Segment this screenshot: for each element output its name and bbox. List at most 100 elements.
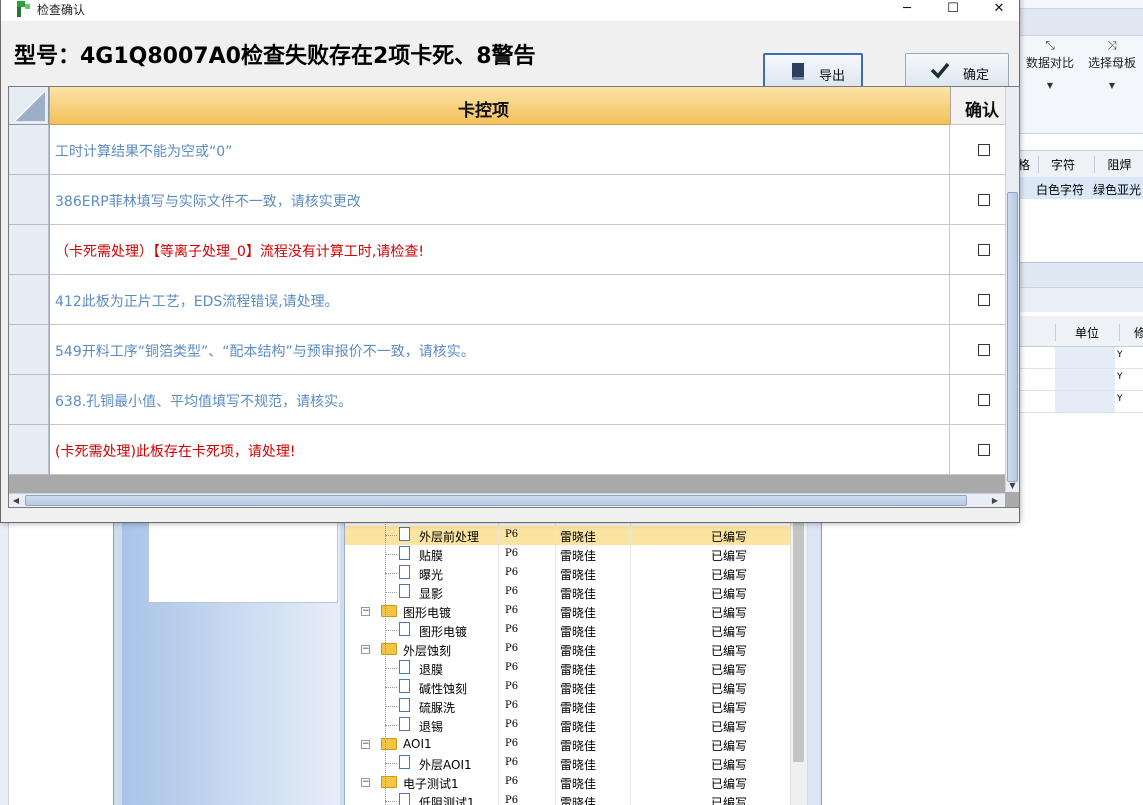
tree-connector xyxy=(385,522,386,805)
collapse-toggle-icon[interactable]: − xyxy=(361,778,370,787)
tree-node[interactable]: 贴膜 P6 雷晓佳 已编写 xyxy=(345,545,791,564)
tree-node-status: 已编写 xyxy=(711,625,748,639)
confirm-cell[interactable] xyxy=(950,325,1005,375)
tree-scrollbar-thumb[interactable] xyxy=(793,522,804,762)
row-header[interactable] xyxy=(9,325,49,375)
select-master-button[interactable]: ⤨ 选择母板 ▼ xyxy=(1082,38,1142,90)
check-item-cell[interactable]: 638.孔铜最小值、平均值填写不规范，请核实。 xyxy=(50,375,950,425)
confirm-cell[interactable] xyxy=(950,375,1005,425)
confirm-cell[interactable] xyxy=(950,225,1005,275)
close-button[interactable]: ✕ xyxy=(976,0,1022,21)
collapse-toggle-icon[interactable]: − xyxy=(361,645,370,654)
scroll-right-arrow-icon[interactable]: ▶ xyxy=(988,494,1002,507)
tree-node-code: P6 xyxy=(505,681,519,692)
row-header[interactable] xyxy=(9,375,49,425)
grid-row[interactable]: 412此板为正片工艺，EDS流程错误,请处理。 xyxy=(9,275,1005,325)
confirm-cell[interactable] xyxy=(950,425,1005,475)
tree-node-label: 退锡 xyxy=(419,720,444,734)
check-item-cell[interactable]: 工时计算结果不能为空或“0” xyxy=(50,125,950,175)
tree-node[interactable]: 图形电镀 P6 雷晓佳 已编写 xyxy=(345,621,791,640)
confirm-button[interactable]: 确定 xyxy=(905,53,1009,89)
grid-row[interactable]: （卡死需处理）【等离子处理_0】流程没有计算工时,请检查! xyxy=(9,225,1005,275)
compare-button[interactable]: ⤡ 数据对比 ▼ xyxy=(1020,38,1080,90)
check-item-cell[interactable]: 386ERP菲林填写与实际文件不一致，请核实更改 xyxy=(50,175,950,225)
tree-node[interactable]: 退锡 P6 雷晓佳 已编写 xyxy=(345,716,791,735)
tree-column-divider xyxy=(555,522,556,805)
tree-node-person: 雷晓佳 xyxy=(560,530,597,544)
tree-node-code: P6 xyxy=(505,529,519,540)
confirm-checkbox[interactable] xyxy=(978,144,990,156)
title-bar[interactable]: 检查确认 ─ ☐ ✕ xyxy=(1,0,1019,21)
confirm-checkbox[interactable] xyxy=(978,394,990,406)
confirm-cell[interactable] xyxy=(950,125,1005,175)
tree-node-code: P6 xyxy=(505,624,519,635)
collapse-toggle-icon[interactable]: − xyxy=(361,740,370,749)
export-button[interactable]: 导出 xyxy=(763,53,863,89)
tree-node-status: 已编写 xyxy=(711,568,748,582)
horizontal-scrollbar[interactable]: ◀ ▶ xyxy=(9,493,1005,507)
tree-node[interactable]: 外层AOI1 P6 雷晓佳 已编写 xyxy=(345,754,791,773)
grid1-row[interactable]: 白色字符 绿色亚光 xyxy=(1020,177,1143,199)
tree-node[interactable]: 显影 P6 雷晓佳 已编写 xyxy=(345,583,791,602)
compare-label: 数据对比 xyxy=(1025,56,1074,70)
grid-row[interactable]: 549开料工序“铜箔类型”、“配本结构”与预审报价不一致，请核实。 xyxy=(9,325,1005,375)
confirm-cell[interactable] xyxy=(950,275,1005,325)
minimize-button[interactable]: ─ xyxy=(884,0,930,21)
grid-row[interactable]: 工时计算结果不能为空或“0” xyxy=(9,125,1005,175)
grid-row[interactable]: 638.孔铜最小值、平均值填写不规范，请核实。 xyxy=(9,375,1005,425)
scroll-down-arrow-icon[interactable]: ▼ xyxy=(1006,480,1019,492)
grid-corner[interactable] xyxy=(9,87,49,125)
column-header-check-item[interactable]: 卡控项 xyxy=(50,87,950,125)
maximize-button[interactable]: ☐ xyxy=(930,0,976,21)
check-item-cell[interactable]: 412此板为正片工艺，EDS流程错误,请处理。 xyxy=(50,275,950,325)
tree-node[interactable]: 碱性蚀刻 P6 雷晓佳 已编写 xyxy=(345,678,791,697)
tree-node[interactable]: 外层前处理 P6 雷晓佳 已编写 xyxy=(345,526,791,545)
tree-node[interactable]: − 电子测试1 P6 雷晓佳 已编写 xyxy=(345,773,791,792)
confirm-checkbox[interactable] xyxy=(978,294,990,306)
confirm-checkbox[interactable] xyxy=(978,344,990,356)
chevron-down-icon: ▼ xyxy=(1108,81,1116,90)
row-header[interactable] xyxy=(9,125,49,175)
tree-node[interactable]: − 外层蚀刻 P6 雷晓佳 已编写 xyxy=(345,640,791,659)
row-header[interactable] xyxy=(9,425,49,475)
document-icon xyxy=(399,527,410,541)
check-item-cell[interactable]: 549开料工序“铜箔类型”、“配本结构”与预审报价不一致，请核实。 xyxy=(50,325,950,375)
check-item-cell[interactable]: （卡死需处理）【等离子处理_0】流程没有计算工时,请检查! xyxy=(50,225,950,275)
tree-column-divider xyxy=(630,522,631,805)
column-header-confirm[interactable]: 确认 xyxy=(950,87,1005,125)
tree-node-code: P6 xyxy=(505,567,519,578)
tree-scrollbar[interactable] xyxy=(790,522,807,805)
confirm-checkbox[interactable] xyxy=(978,244,990,256)
confirm-cell[interactable] xyxy=(950,175,1005,225)
grid2-row[interactable]: Y xyxy=(1020,369,1143,391)
vertical-scrollbar[interactable]: ▼ xyxy=(1005,87,1019,492)
collapse-toggle-icon[interactable]: − xyxy=(361,607,370,616)
check-item-cell[interactable]: (卡死需处理)此板存在卡死项，请处理! xyxy=(50,425,950,475)
tree-node[interactable]: 硫脲洗 P6 雷晓佳 已编写 xyxy=(345,697,791,716)
confirm-checkbox[interactable] xyxy=(978,444,990,456)
document-icon xyxy=(399,622,410,636)
tree-node[interactable]: 低阻测试1 P6 雷晓佳 已编写 xyxy=(345,792,791,805)
scroll-left-arrow-icon[interactable]: ◀ xyxy=(9,494,23,507)
row-header[interactable] xyxy=(9,225,49,275)
grid-row[interactable]: 386ERP菲林填写与实际文件不一致，请核实更改 xyxy=(9,175,1005,225)
row-header[interactable] xyxy=(9,275,49,325)
grid1-cell: 绿色亚光 xyxy=(1093,183,1142,197)
check-item-text: (卡死需处理)此板存在卡死项，请处理! xyxy=(55,444,296,460)
background-list-box xyxy=(148,522,338,603)
row-header[interactable] xyxy=(9,175,49,225)
check-item-text: 412此板为正片工艺，EDS流程错误,请处理。 xyxy=(55,294,339,310)
tree-node[interactable]: 退膜 P6 雷晓佳 已编写 xyxy=(345,659,791,678)
tree-node[interactable]: 曝光 P6 雷晓佳 已编写 xyxy=(345,564,791,583)
grid2-row[interactable]: Y xyxy=(1020,391,1143,413)
vertical-scrollbar-thumb[interactable] xyxy=(1007,192,1018,482)
confirm-checkbox[interactable] xyxy=(978,194,990,206)
tree-node-person: 雷晓佳 xyxy=(560,701,597,715)
horizontal-scrollbar-thumb[interactable] xyxy=(25,495,967,506)
grid2-row[interactable]: Y xyxy=(1020,347,1143,369)
tree-node[interactable]: − AOI1 P6 雷晓佳 已编写 xyxy=(345,735,791,754)
tree-connector xyxy=(385,554,397,555)
grid-row[interactable]: (卡死需处理)此板存在卡死项，请处理! xyxy=(9,425,1005,475)
tree-node[interactable]: − 图形电镀 P6 雷晓佳 已编写 xyxy=(345,602,791,621)
panel-splitter[interactable] xyxy=(808,522,820,805)
